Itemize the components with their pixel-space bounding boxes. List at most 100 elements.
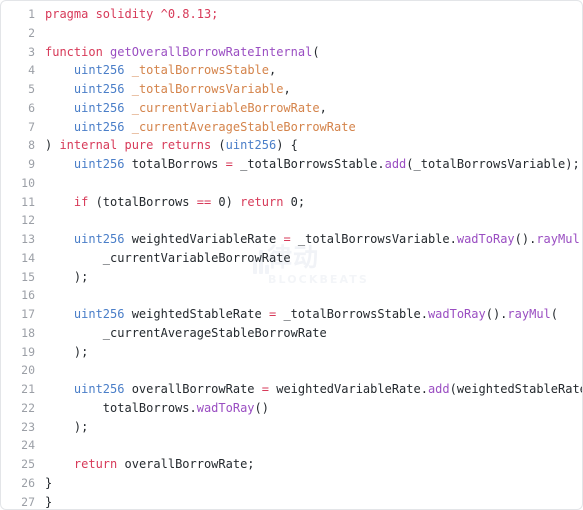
line-content[interactable] bbox=[35, 436, 582, 455]
line-number: 16 bbox=[21, 288, 35, 303]
line-content[interactable]: uint256 _currentAverageStableBorrowRate bbox=[35, 118, 582, 137]
code-line[interactable]: 15 ); bbox=[1, 268, 582, 287]
code-line[interactable]: 11 if (totalBorrows == 0) return 0; bbox=[1, 193, 582, 212]
code-line[interactable]: 3 function getOverallBorrowRateInternal( bbox=[1, 43, 582, 62]
token-type: uint256 bbox=[73, 382, 125, 396]
line-content[interactable] bbox=[35, 211, 582, 230]
code-line[interactable]: 16 bbox=[1, 286, 582, 305]
code-line[interactable]: 6 uint256 _currentVariableBorrowRate, bbox=[1, 99, 582, 118]
line-content[interactable]: _currentVariableBorrowRate bbox=[35, 249, 582, 268]
line-number: 6 bbox=[28, 100, 35, 115]
line-content[interactable]: } bbox=[35, 493, 582, 510]
line-content[interactable]: pragma solidity ^0.8.13; bbox=[35, 5, 582, 24]
token-mth: add bbox=[384, 157, 407, 171]
line-number: 11 bbox=[21, 194, 35, 209]
code-line[interactable]: 13 uint256 weightedVariableRate = _total… bbox=[1, 230, 582, 249]
token-pln: (totalBorrows bbox=[88, 194, 197, 209]
line-number: 17 bbox=[21, 307, 35, 321]
line-content[interactable]: uint256 overallBorrowRate = weightedVari… bbox=[35, 380, 582, 399]
line-content[interactable]: ); bbox=[35, 418, 582, 437]
line-content[interactable]: ) internal pure returns (uint256) { bbox=[35, 136, 582, 155]
line-number: 15 bbox=[21, 269, 35, 284]
token-type: uint256 bbox=[225, 138, 277, 153]
token-pln: } bbox=[45, 494, 53, 509]
token-pln: _totalBorrowsStable. bbox=[276, 307, 428, 321]
token-par: _currentAverageStableBorrowRate bbox=[131, 119, 356, 134]
line-content[interactable]: uint256 weightedStableRate = _totalBorro… bbox=[35, 305, 582, 324]
line-content[interactable] bbox=[35, 286, 582, 305]
code-line[interactable]: 12 bbox=[1, 211, 582, 230]
code-line[interactable]: 14 _currentVariableBorrowRate bbox=[1, 249, 582, 268]
token-pln bbox=[124, 82, 131, 96]
code-line[interactable]: 2 bbox=[1, 24, 582, 43]
code-line[interactable]: 9 uint256 totalBorrows = _totalBorrowsSt… bbox=[1, 155, 582, 174]
code-line[interactable]: 22 totalBorrows.wadToRay() bbox=[1, 399, 582, 418]
line-content[interactable]: uint256 totalBorrows = _totalBorrowsStab… bbox=[35, 155, 582, 174]
line-content[interactable]: uint256 _currentVariableBorrowRate, bbox=[35, 99, 582, 118]
line-content[interactable]: uint256 weightedVariableRate = _totalBor… bbox=[35, 230, 582, 249]
line-content[interactable]: function getOverallBorrowRateInternal( bbox=[35, 43, 582, 62]
code-line[interactable]: 17 uint256 weightedStableRate = _totalBo… bbox=[1, 305, 582, 324]
line-content[interactable]: return overallBorrowRate; bbox=[35, 455, 582, 474]
line-content[interactable]: _currentAverageStableBorrowRate bbox=[35, 324, 582, 343]
line-content[interactable]: if (totalBorrows == 0) return 0; bbox=[35, 193, 582, 212]
line-number: 18 bbox=[21, 325, 35, 340]
line-content[interactable]: } bbox=[35, 474, 582, 493]
token-type: uint256 bbox=[73, 100, 125, 115]
code-line[interactable]: 21 uint256 overallBorrowRate = weightedV… bbox=[1, 380, 582, 399]
line-content[interactable]: ); bbox=[35, 268, 582, 287]
token-pln: totalBorrows bbox=[124, 157, 226, 171]
line-content[interactable] bbox=[35, 174, 582, 193]
line-number: 14 bbox=[21, 250, 35, 265]
token-pln bbox=[124, 120, 131, 134]
token-pln: ( bbox=[550, 307, 559, 321]
token-pln: weightedVariableRate bbox=[124, 232, 284, 246]
code-line[interactable]: 20 bbox=[1, 361, 582, 380]
code-line[interactable]: 23 ); bbox=[1, 418, 582, 437]
token-pln: (_totalBorrowsVariable); bbox=[406, 157, 580, 171]
code-line[interactable]: 4 uint256 _totalBorrowsStable, bbox=[1, 61, 582, 80]
code-line[interactable]: 1 pragma solidity ^0.8.13; bbox=[1, 5, 582, 24]
code-line[interactable]: 27} bbox=[1, 493, 582, 510]
code-line[interactable]: 25 return overallBorrowRate; bbox=[1, 455, 582, 474]
token-pln bbox=[45, 157, 74, 171]
token-type: uint256 bbox=[73, 119, 125, 134]
line-content[interactable]: uint256 _totalBorrowsVariable, bbox=[35, 80, 582, 99]
line-number: 8 bbox=[28, 138, 35, 153]
token-op: = bbox=[225, 157, 233, 171]
token-op: == bbox=[196, 194, 212, 209]
line-content[interactable] bbox=[35, 361, 582, 380]
code-line[interactable]: 8) internal pure returns (uint256) { bbox=[1, 136, 582, 155]
line-content[interactable]: ); bbox=[35, 343, 582, 362]
line-number: 9 bbox=[28, 157, 35, 171]
token-pln: overallBorrowRate bbox=[124, 382, 262, 396]
token-op: = bbox=[283, 232, 291, 246]
code-line[interactable]: 10 bbox=[1, 174, 582, 193]
token-pln: , bbox=[319, 100, 327, 115]
line-number: 4 bbox=[28, 63, 35, 78]
line-number: 3 bbox=[28, 44, 35, 59]
token-pln bbox=[45, 457, 74, 471]
token-pln: 0) bbox=[211, 194, 241, 209]
token-pln bbox=[45, 382, 74, 396]
token-mth: wadToRay bbox=[427, 307, 486, 321]
line-content[interactable]: uint256 _totalBorrowsStable, bbox=[35, 61, 582, 80]
code-line[interactable]: 5 uint256 _totalBorrowsVariable, bbox=[1, 80, 582, 99]
code-line[interactable]: 26} bbox=[1, 474, 582, 493]
token-kw: function bbox=[45, 44, 103, 59]
code-line[interactable]: 24 bbox=[1, 436, 582, 455]
token-type: uint256 bbox=[73, 307, 125, 321]
line-number: 22 bbox=[21, 400, 35, 415]
line-content[interactable]: totalBorrows.wadToRay() bbox=[35, 399, 582, 418]
token-pln bbox=[45, 195, 74, 209]
code-line[interactable]: 19 ); bbox=[1, 343, 582, 362]
line-content[interactable] bbox=[35, 24, 582, 43]
token-par: _currentVariableBorrowRate bbox=[131, 100, 320, 115]
code-line[interactable]: 18 _currentAverageStableBorrowRate bbox=[1, 324, 582, 343]
token-pln: weightedStableRate bbox=[124, 307, 269, 321]
token-mth: wadToRay bbox=[456, 232, 515, 246]
token-pln: weightedVariableRate. bbox=[269, 382, 428, 396]
code-line[interactable]: 7 uint256 _currentAverageStableBorrowRat… bbox=[1, 118, 582, 137]
token-pln: overallBorrowRate; bbox=[117, 457, 255, 471]
code-lines-container[interactable]: 1 pragma solidity ^0.8.13; 2 3 function get… bbox=[1, 1, 582, 510]
